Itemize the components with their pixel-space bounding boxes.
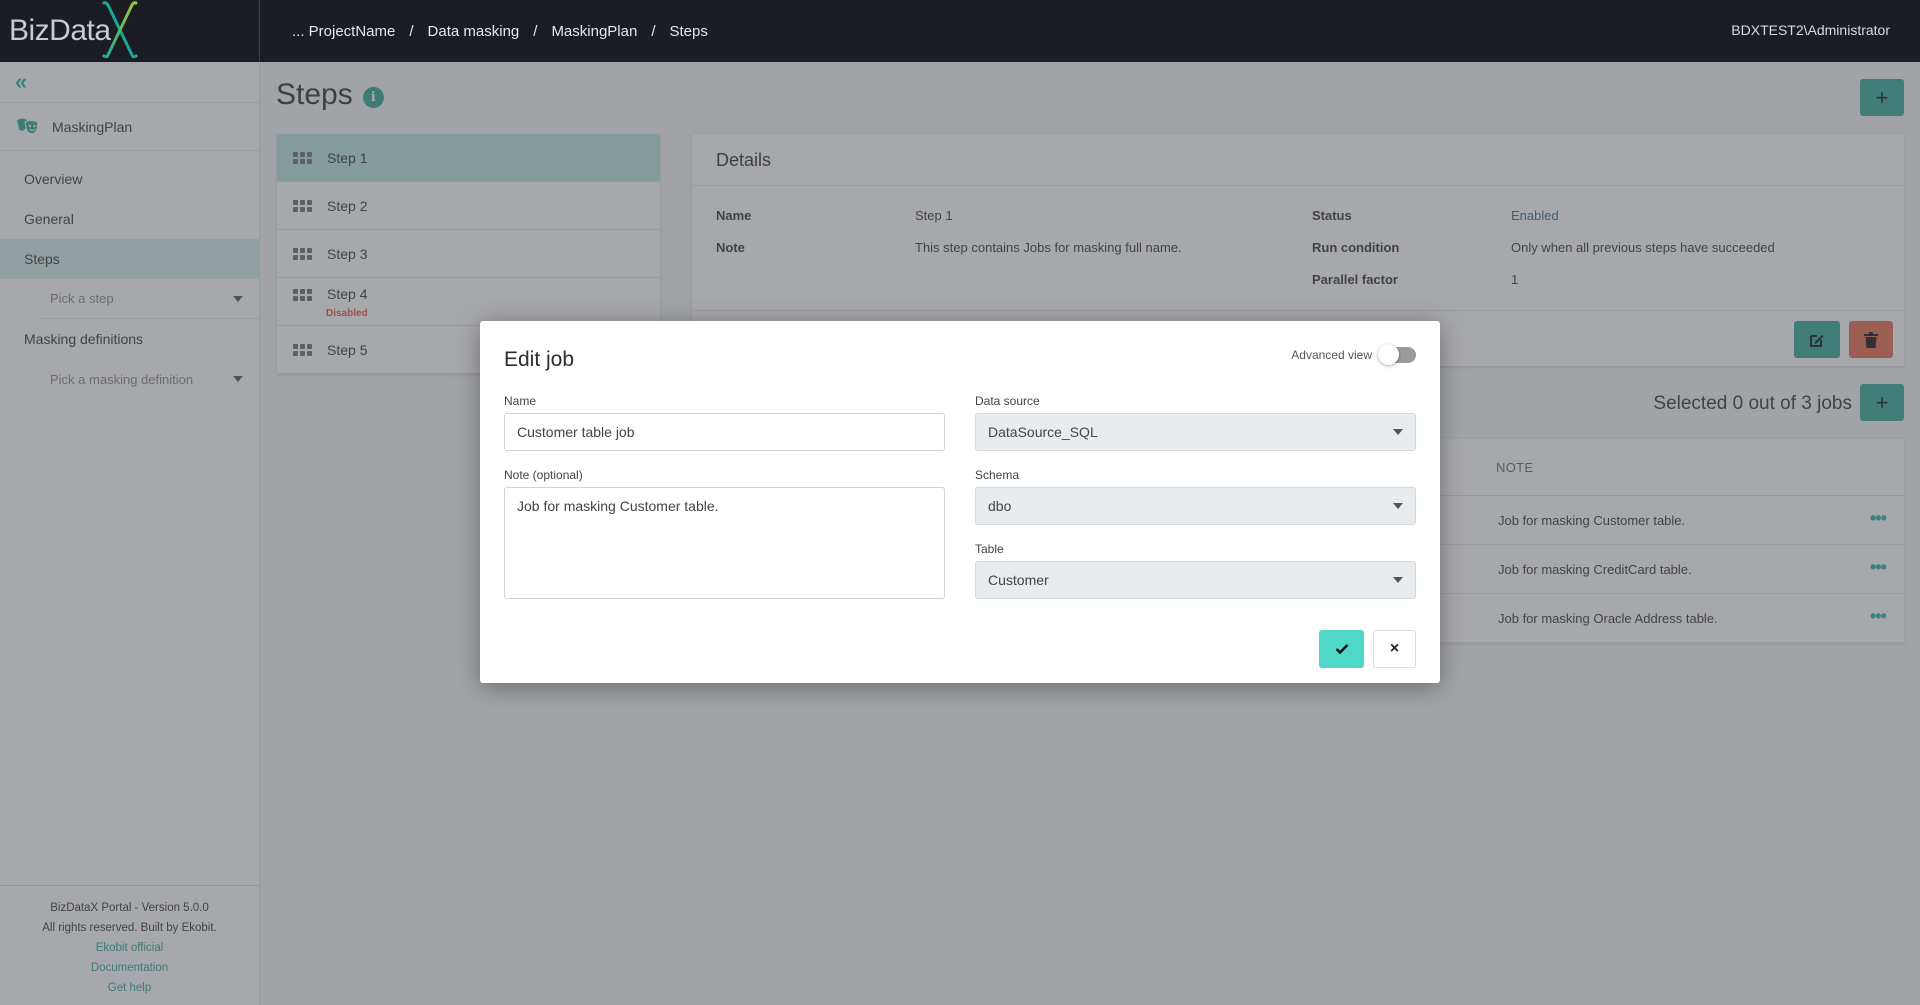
note-label: Note (optional) bbox=[504, 468, 583, 482]
breadcrumb-separator: / bbox=[409, 22, 414, 40]
note-textarea[interactable]: Job for masking Customer table. bbox=[504, 487, 945, 599]
advanced-view-toggle[interactable] bbox=[1378, 344, 1416, 365]
close-icon: × bbox=[1389, 640, 1400, 657]
breadcrumb: ... ProjectName / Data masking / Masking… bbox=[260, 23, 708, 40]
modal-title: Edit job bbox=[504, 348, 575, 371]
name-input[interactable]: Customer table job bbox=[504, 413, 945, 451]
table-value: Customer bbox=[988, 572, 1049, 588]
toggle-knob bbox=[1378, 344, 1399, 365]
table-label: Table bbox=[975, 542, 1004, 556]
bizdatax-logo[interactable]: BizData bbox=[0, 0, 260, 62]
data-source-select[interactable]: DataSource_SQL bbox=[975, 413, 1416, 451]
data-source-value: DataSource_SQL bbox=[988, 424, 1098, 440]
logo-x-icon bbox=[102, 1, 138, 59]
advanced-view-toggle-group: Advanced view bbox=[1291, 344, 1416, 365]
cancel-button[interactable]: × bbox=[1373, 630, 1416, 668]
data-source-label: Data source bbox=[975, 394, 1040, 408]
breadcrumb-masking-plan[interactable]: MaskingPlan bbox=[551, 23, 637, 40]
schema-value: dbo bbox=[988, 498, 1012, 514]
advanced-view-label: Advanced view bbox=[1291, 348, 1372, 362]
table-select[interactable]: Customer bbox=[975, 561, 1416, 599]
caret-down-icon bbox=[1393, 577, 1403, 583]
top-header: BizData ... ProjectName / Data masking /… bbox=[0, 0, 1920, 62]
name-label: Name bbox=[504, 394, 537, 408]
schema-label: Schema bbox=[975, 468, 1020, 482]
breadcrumb-data-masking[interactable]: Data masking bbox=[428, 23, 520, 40]
caret-down-icon bbox=[1393, 503, 1403, 509]
check-icon bbox=[1335, 644, 1348, 655]
breadcrumb-project[interactable]: ... ProjectName bbox=[292, 23, 395, 40]
breadcrumb-steps[interactable]: Steps bbox=[670, 23, 708, 40]
caret-down-icon bbox=[1393, 429, 1403, 435]
edit-job-modal: Edit job Advanced view Name Customer tab… bbox=[480, 321, 1440, 683]
breadcrumb-separator: / bbox=[651, 22, 656, 40]
breadcrumb-separator: / bbox=[533, 22, 538, 40]
user-menu[interactable]: BDXTEST2\Administrator bbox=[1731, 22, 1890, 38]
confirm-button[interactable] bbox=[1319, 630, 1364, 668]
schema-select[interactable]: dbo bbox=[975, 487, 1416, 525]
logo-text: BizData bbox=[9, 14, 111, 47]
